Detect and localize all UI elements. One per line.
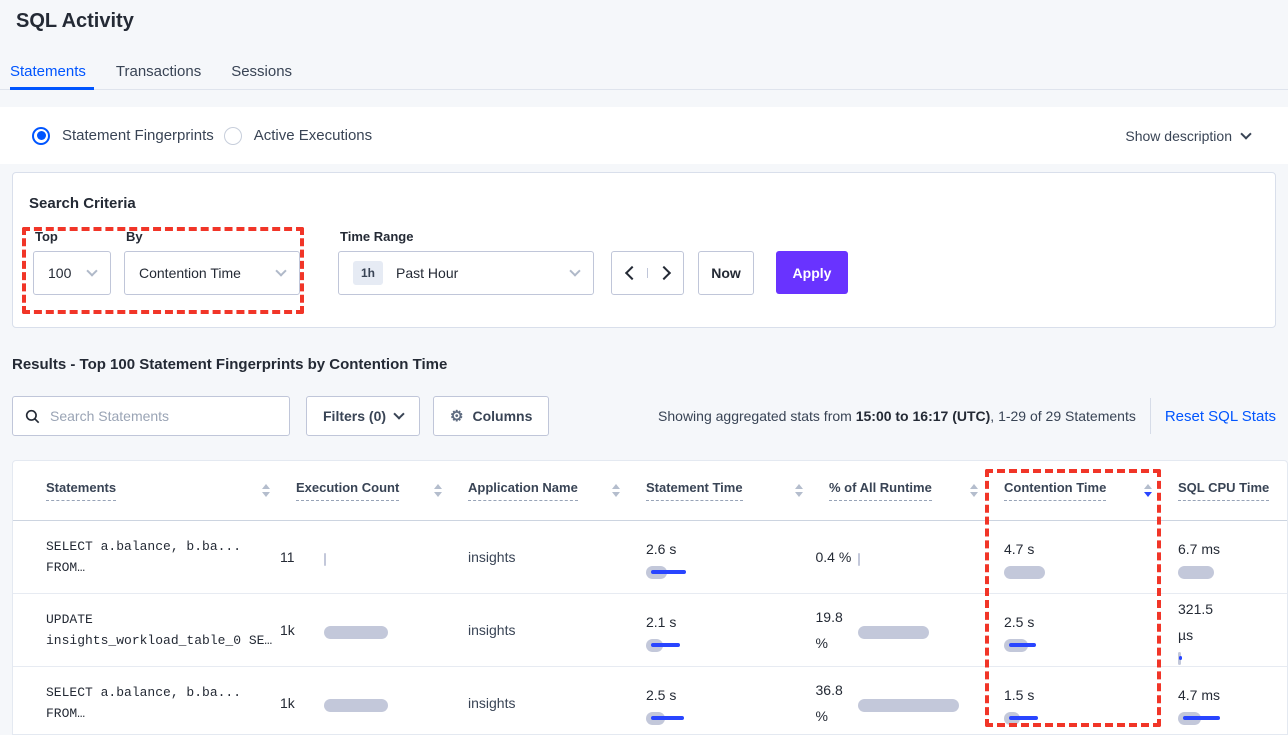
time-range-select[interactable]: 1h Past Hour xyxy=(338,251,594,295)
chevron-down-icon xyxy=(86,265,97,276)
column-header-application-name[interactable]: Application Name xyxy=(468,480,646,501)
application-name-cell: insights xyxy=(468,594,646,666)
execution-count-bar xyxy=(324,626,484,639)
radio-active-executions[interactable]: Active Executions xyxy=(224,127,372,145)
table-row: SELECT a.balance, b.ba...FROM… 1k insigh… xyxy=(13,667,1288,735)
contention-time-bar xyxy=(1004,566,1178,579)
apply-button[interactable]: Apply xyxy=(776,251,848,294)
tab-sessions[interactable]: Sessions xyxy=(231,54,292,89)
show-description-toggle[interactable]: Show description xyxy=(1125,128,1250,144)
chevron-down-icon xyxy=(275,265,286,276)
tab-bar: Statements Transactions Sessions xyxy=(0,54,1288,90)
runtime-pct-bar xyxy=(858,699,1018,712)
column-header-statements[interactable]: Statements xyxy=(13,480,296,501)
table-row: SELECT a.balance, b.ba...FROM… 11 insigh… xyxy=(13,521,1288,594)
columns-button[interactable]: ⚙ Columns xyxy=(433,396,549,436)
runtime-pct-cell: 19.8 % xyxy=(829,594,1004,666)
chevron-down-icon xyxy=(393,408,404,419)
sort-icon xyxy=(612,484,620,497)
application-name-cell: insights xyxy=(468,667,646,735)
time-range-label: Time Range xyxy=(340,229,413,244)
results-toolbar: Filters (0) ⚙ Columns Showing aggregated… xyxy=(12,396,1276,436)
sort-icon xyxy=(434,484,442,497)
execution-count-cell: 1k xyxy=(296,667,468,735)
reset-sql-stats-link[interactable]: Reset SQL Stats xyxy=(1165,408,1276,425)
contention-time-bar xyxy=(1004,639,1178,652)
contention-time-cell: 4.7 s xyxy=(1004,521,1178,593)
now-button[interactable]: Now xyxy=(698,251,754,295)
search-criteria-title: Search Criteria xyxy=(29,195,136,212)
statement-link[interactable]: SELECT a.balance, b.ba...FROM… xyxy=(13,521,296,593)
statement-time-bar xyxy=(646,566,829,579)
page-title: SQL Activity xyxy=(16,10,134,33)
application-name-cell: insights xyxy=(468,521,646,593)
top-label: Top xyxy=(35,229,58,244)
chevron-down-icon xyxy=(569,265,580,276)
sql-cpu-time-cell: 321.5 µs xyxy=(1178,594,1288,666)
sql-cpu-time-bar xyxy=(1178,712,1288,725)
time-range-badge: 1h xyxy=(353,261,383,285)
sort-icon xyxy=(970,484,978,497)
by-select[interactable]: Contention Time xyxy=(124,251,300,295)
sql-cpu-time-cell: 6.7 ms xyxy=(1178,521,1288,593)
tab-transactions[interactable]: Transactions xyxy=(116,54,201,89)
runtime-pct-cell: 36.8 % xyxy=(829,667,1004,735)
sort-icon xyxy=(262,484,270,497)
statement-time-cell: 2.5 s xyxy=(646,667,829,735)
time-range-stepper xyxy=(611,251,684,295)
column-header-execution-count[interactable]: Execution Count xyxy=(296,480,468,501)
next-range-button[interactable] xyxy=(647,268,683,278)
column-header-contention-time[interactable]: Contention Time xyxy=(1004,480,1178,501)
gear-icon: ⚙ xyxy=(450,409,463,424)
search-statements-box[interactable] xyxy=(12,396,290,436)
table-row: UPDATEinsights_workload_table_0 SE… 1k i… xyxy=(13,594,1288,667)
aggregated-stats-text: Showing aggregated stats from 15:00 to 1… xyxy=(658,408,1136,424)
sort-desc-icon xyxy=(1144,484,1152,497)
contention-time-bar xyxy=(1004,712,1178,725)
statement-time-bar xyxy=(646,639,829,652)
tab-statements[interactable]: Statements xyxy=(10,54,86,89)
radio-unselected-icon xyxy=(224,127,242,145)
sort-icon xyxy=(795,484,803,497)
sql-activity-page: SQL Activity Statements Transactions Ses… xyxy=(0,0,1288,735)
chevron-right-icon xyxy=(656,266,670,280)
previous-range-button[interactable] xyxy=(612,268,647,278)
runtime-pct-cell: 0.4 % xyxy=(829,521,1004,593)
statement-time-cell: 2.1 s xyxy=(646,594,829,666)
execution-count-cell: 1k xyxy=(296,594,468,666)
search-statements-input[interactable] xyxy=(50,408,277,424)
chevron-down-icon xyxy=(1240,128,1251,139)
statement-link[interactable]: SELECT a.balance, b.ba...FROM… xyxy=(13,667,296,735)
by-label: By xyxy=(126,229,143,244)
top-select[interactable]: 100 xyxy=(33,251,111,295)
sql-cpu-time-bar xyxy=(1178,566,1288,579)
search-criteria-panel: Search Criteria Top 100 By Contention Ti… xyxy=(12,172,1276,328)
column-header-sql-cpu-time[interactable]: SQL CPU Time xyxy=(1178,480,1288,501)
radio-selected-icon xyxy=(32,127,50,145)
results-heading: Results - Top 100 Statement Fingerprints… xyxy=(12,356,447,373)
statement-link[interactable]: UPDATEinsights_workload_table_0 SE… xyxy=(13,594,296,666)
column-header-runtime-pct[interactable]: % of All Runtime xyxy=(829,480,1004,501)
sql-cpu-time-bar xyxy=(1178,652,1288,665)
view-mode-panel: Statement Fingerprints Active Executions… xyxy=(0,107,1288,164)
runtime-pct-bar xyxy=(858,626,1018,639)
statement-time-bar xyxy=(646,712,829,725)
statements-table: Statements Execution Count Application N… xyxy=(12,460,1288,735)
column-header-statement-time[interactable]: Statement Time xyxy=(646,480,829,501)
search-icon xyxy=(25,409,40,424)
chevron-left-icon xyxy=(624,266,638,280)
contention-time-cell: 2.5 s xyxy=(1004,594,1178,666)
radio-statement-fingerprints[interactable]: Statement Fingerprints xyxy=(32,127,214,145)
contention-time-cell: 1.5 s xyxy=(1004,667,1178,735)
execution-count-bar xyxy=(324,699,484,712)
sql-cpu-time-cell: 4.7 ms xyxy=(1178,667,1288,735)
execution-count-bar xyxy=(324,553,484,566)
execution-count-cell: 11 xyxy=(296,521,468,593)
filters-button[interactable]: Filters (0) xyxy=(306,396,420,436)
toolbar-divider xyxy=(1150,398,1151,434)
runtime-pct-bar xyxy=(858,553,1018,566)
table-header-row: Statements Execution Count Application N… xyxy=(13,461,1288,521)
statement-time-cell: 2.6 s xyxy=(646,521,829,593)
